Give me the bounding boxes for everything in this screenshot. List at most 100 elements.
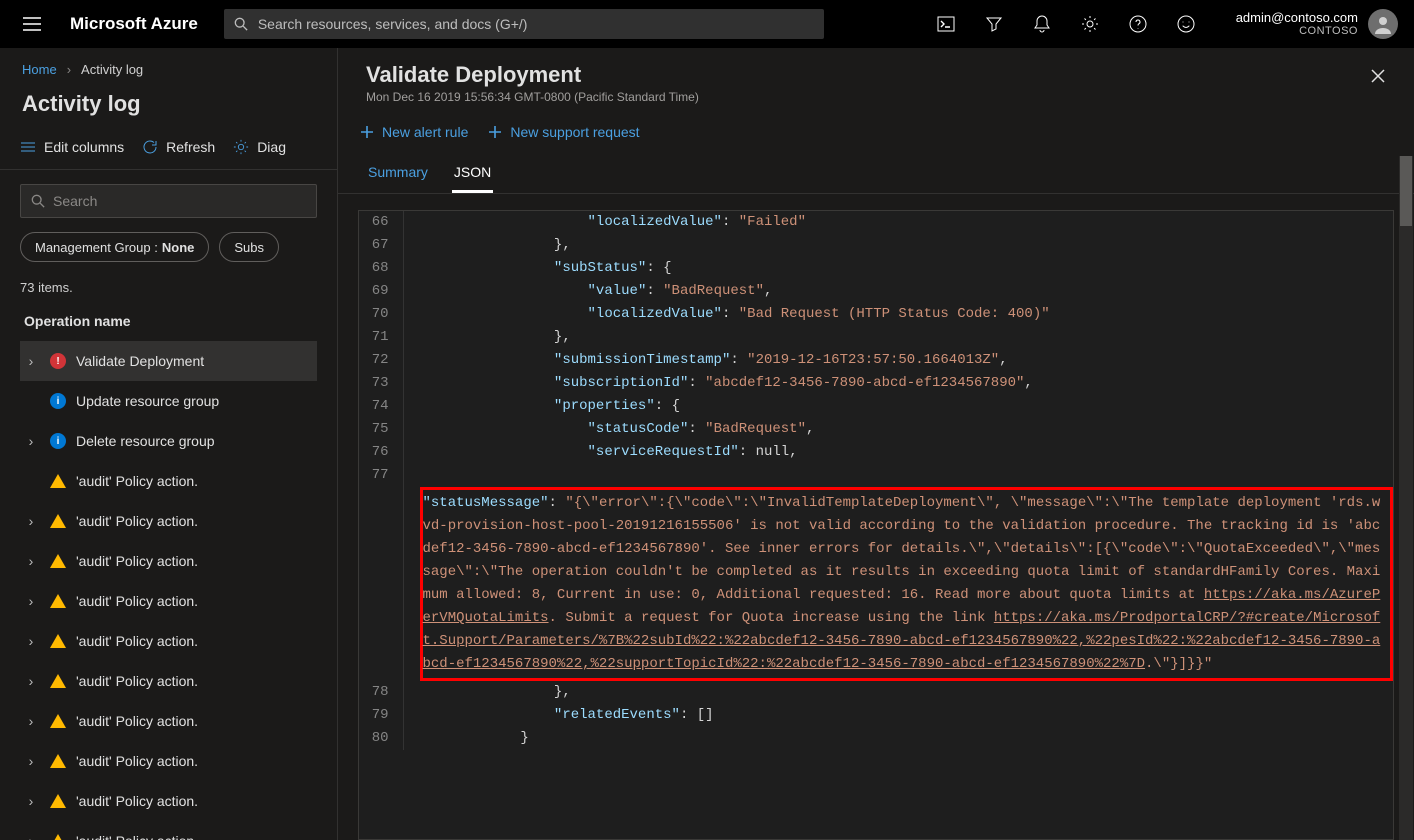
operation-label: 'audit' Policy action.: [76, 633, 198, 649]
line-number: 70: [359, 303, 403, 326]
info-icon: i: [50, 433, 66, 449]
operation-row[interactable]: 'audit' Policy action.: [20, 461, 317, 501]
operation-row[interactable]: › 'audit' Policy action.: [20, 661, 317, 701]
operation-row[interactable]: › 'audit' Policy action.: [20, 701, 317, 741]
operation-row[interactable]: › 'audit' Policy action.: [20, 821, 317, 840]
page-title: Activity log: [0, 83, 337, 131]
scrollbar[interactable]: [1399, 156, 1413, 840]
operation-row[interactable]: › 'audit' Policy action.: [20, 621, 317, 661]
error-link[interactable]: https://aka.ms/ProdportalCRP/?#create/Mi…: [423, 610, 1381, 672]
breadcrumb: Home › Activity log: [0, 48, 337, 83]
subscription-filter[interactable]: Subs: [219, 232, 279, 262]
tab-summary[interactable]: Summary: [366, 158, 430, 193]
code-line: "value": "BadRequest",: [403, 280, 1393, 303]
global-search-input[interactable]: [258, 16, 814, 32]
operation-row[interactable]: ›'audit' Policy action.: [20, 541, 317, 581]
feedback-button[interactable]: [1162, 0, 1210, 48]
search-icon: [31, 194, 45, 208]
chevron-right-icon: ›: [22, 433, 40, 449]
chevron-right-icon: ›: [22, 673, 40, 689]
detail-subtitle: Mon Dec 16 2019 15:56:34 GMT-0800 (Pacif…: [366, 90, 1386, 104]
line-number: 76: [359, 441, 403, 464]
chevron-right-icon: ›: [22, 353, 40, 369]
top-bar: Microsoft Azure admin@contoso.com CONTOS…: [0, 0, 1414, 48]
breadcrumb-current: Activity log: [81, 62, 143, 77]
new-alert-label: New alert rule: [382, 124, 468, 140]
diagnostics-label: Diag: [257, 139, 286, 155]
operation-label: Delete resource group: [76, 433, 215, 449]
refresh-button[interactable]: Refresh: [142, 139, 215, 155]
chevron-right-icon: ›: [22, 633, 40, 649]
line-number: 79: [359, 704, 403, 727]
diagnostics-button[interactable]: Diag: [233, 139, 286, 155]
operation-row[interactable]: ›!Validate Deployment: [20, 341, 317, 381]
cloud-shell-button[interactable]: [922, 0, 970, 48]
line-number: 69: [359, 280, 403, 303]
info-icon: i: [50, 393, 66, 409]
operation-row[interactable]: › i Delete resource group: [20, 421, 317, 461]
tab-json[interactable]: JSON: [452, 158, 493, 193]
gear-icon: [233, 139, 249, 155]
operation-row[interactable]: ›'audit' Policy action.: [20, 741, 317, 781]
warning-icon: [50, 634, 66, 648]
topbar-icon-group: [922, 0, 1210, 48]
hamburger-icon: [23, 17, 41, 31]
chevron-right-icon: ›: [22, 553, 40, 569]
operation-row[interactable]: › 'audit' Policy action.: [20, 581, 317, 621]
local-search[interactable]: [20, 184, 317, 218]
operation-label: Validate Deployment: [76, 353, 204, 369]
cloud-shell-icon: [937, 16, 955, 32]
operation-label: 'audit' Policy action.: [76, 593, 198, 609]
mg-filter-value: None: [162, 240, 195, 255]
chevron-right-icon: ›: [22, 793, 40, 809]
help-button[interactable]: [1114, 0, 1162, 48]
operation-label: 'audit' Policy action.: [76, 673, 198, 689]
directory-filter-button[interactable]: [970, 0, 1018, 48]
code-line: }: [403, 727, 1393, 750]
brand[interactable]: Microsoft Azure: [64, 14, 216, 34]
close-button[interactable]: [1364, 62, 1392, 90]
global-search[interactable]: [224, 9, 824, 39]
warning-icon: [50, 754, 66, 768]
code-line: "properties": {: [403, 395, 1393, 418]
subs-filter-label: Subs: [234, 240, 264, 255]
line-number: 73: [359, 372, 403, 395]
settings-button[interactable]: [1066, 0, 1114, 48]
bell-icon: [1034, 15, 1050, 33]
operation-row[interactable]: ›'audit' Policy action.: [20, 501, 317, 541]
operation-label: 'audit' Policy action.: [76, 713, 198, 729]
user-menu[interactable]: admin@contoso.com CONTOSO: [1218, 9, 1406, 39]
notifications-button[interactable]: [1018, 0, 1066, 48]
operation-label: 'audit' Policy action.: [76, 833, 198, 840]
operation-row[interactable]: ›'audit' Policy action.: [20, 781, 317, 821]
line-number: 71: [359, 326, 403, 349]
warning-icon: [50, 794, 66, 808]
json-viewer[interactable]: 66 "localizedValue": "Failed"67 },68 "su…: [358, 210, 1394, 840]
breadcrumb-separator: ›: [67, 62, 71, 77]
new-alert-rule-button[interactable]: New alert rule: [360, 124, 468, 140]
hamburger-button[interactable]: [8, 0, 56, 48]
chevron-right-icon: ›: [22, 713, 40, 729]
line-number: 80: [359, 727, 403, 750]
breadcrumb-home[interactable]: Home: [22, 62, 57, 77]
mg-filter-label: Management Group :: [35, 240, 158, 255]
operation-row[interactable]: iUpdate resource group: [20, 381, 317, 421]
chevron-right-icon: ›: [22, 593, 40, 609]
highlighted-error: "statusMessage": "{\"error\":{\"code\":\…: [420, 487, 1394, 681]
edit-columns-button[interactable]: Edit columns: [20, 139, 124, 155]
help-icon: [1129, 15, 1147, 33]
new-support-label: New support request: [510, 124, 639, 140]
management-group-filter[interactable]: Management Group : None: [20, 232, 209, 262]
line-number: 74: [359, 395, 403, 418]
detail-tabs: Summary JSON: [338, 146, 1414, 194]
person-icon: [1373, 14, 1393, 34]
warning-icon: [50, 674, 66, 688]
operation-label: 'audit' Policy action.: [76, 473, 198, 489]
new-support-request-button[interactable]: New support request: [488, 124, 639, 140]
code-line: "statusCode": "BadRequest",: [403, 418, 1393, 441]
refresh-label: Refresh: [166, 139, 215, 155]
local-search-input[interactable]: [53, 193, 306, 209]
gear-icon: [1081, 15, 1099, 33]
code-line: },: [403, 681, 1393, 704]
chevron-right-icon: ›: [22, 833, 40, 840]
